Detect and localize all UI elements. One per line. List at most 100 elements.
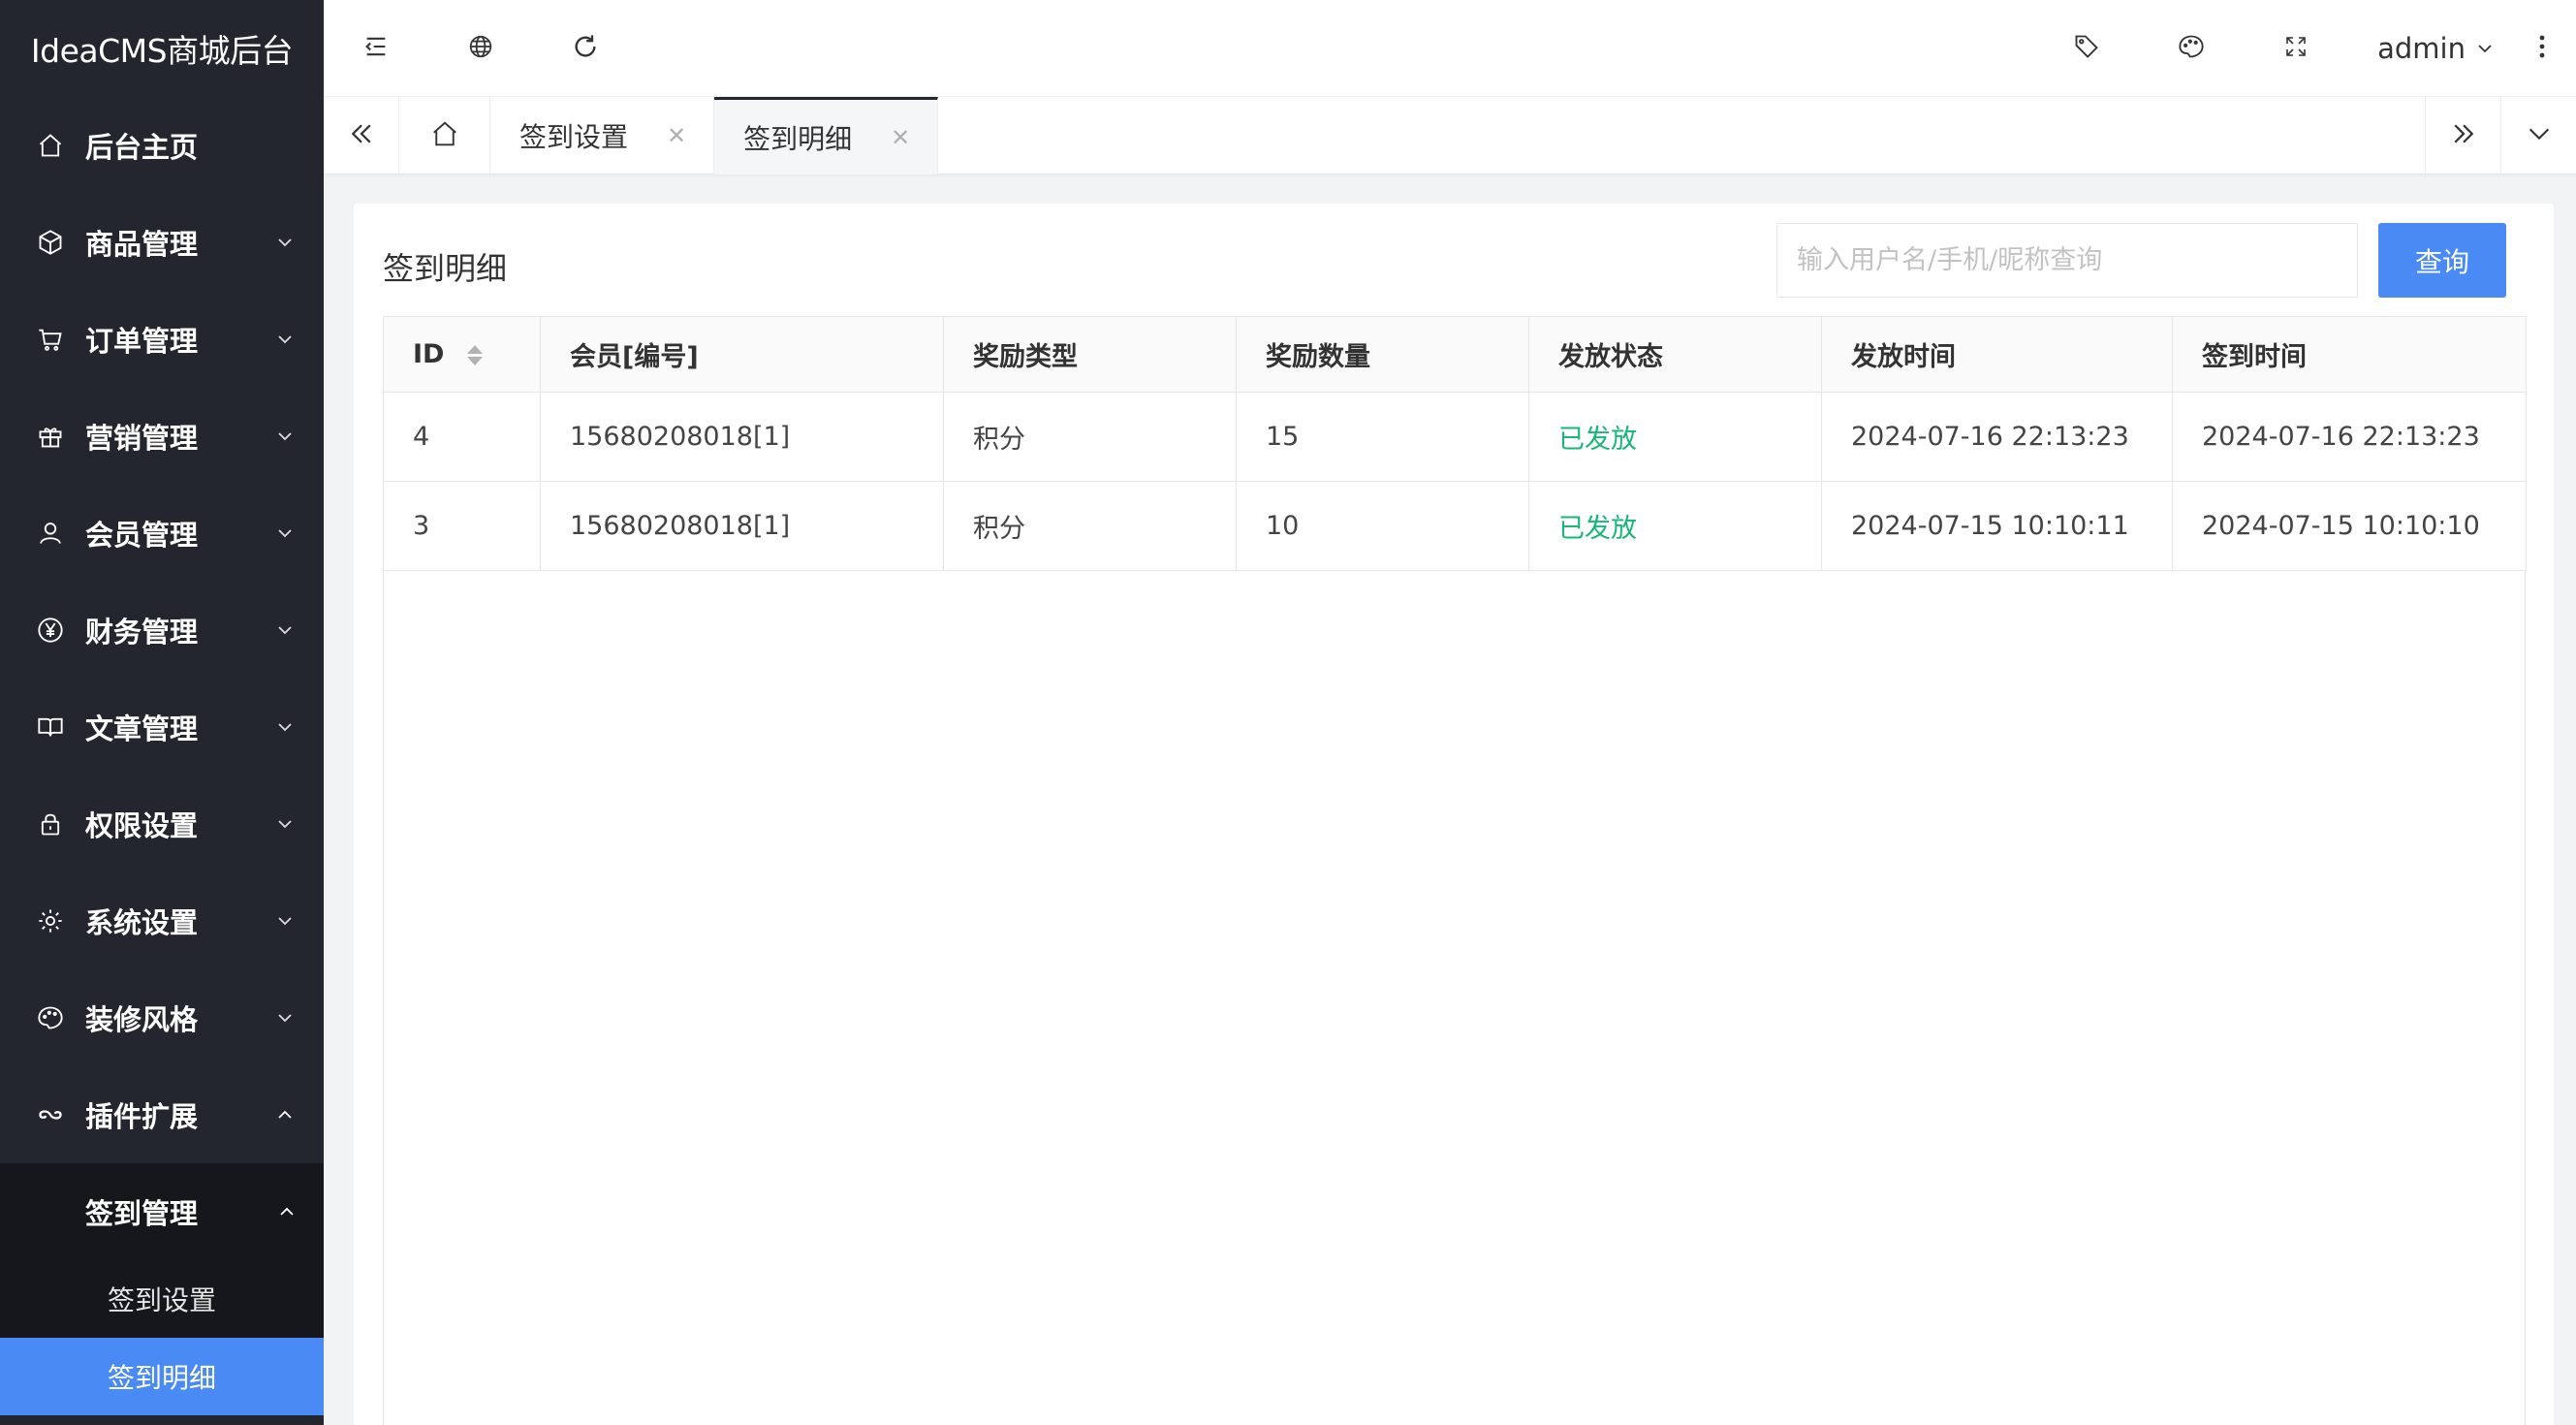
- tab-checkin-details[interactable]: 签到明细 ✕: [714, 97, 939, 174]
- sidebar-item-system-settings[interactable]: 系统设置: [0, 872, 324, 969]
- column-header-member: 会员[编号]: [540, 316, 944, 393]
- sidebar-item-members[interactable]: 会员管理: [0, 485, 324, 582]
- chevron-down-icon: [273, 328, 297, 351]
- lock-icon: [35, 808, 66, 839]
- chevron-down-icon: [2475, 39, 2495, 58]
- sidebar-item-products[interactable]: 商品管理: [0, 194, 324, 291]
- close-icon[interactable]: ✕: [667, 122, 686, 149]
- app-logo-title[interactable]: IdeaCMS商城后台: [0, 0, 324, 97]
- sidebar-item-label: 后台主页: [85, 131, 199, 164]
- cell-issued-at: 2024-07-16 22:13:23: [1821, 392, 2173, 482]
- page-title: 签到明细: [383, 250, 508, 287]
- yen-icon: [35, 615, 66, 646]
- sidebar-item-theme[interactable]: 装修风格: [0, 969, 324, 1066]
- top-header: admin: [324, 0, 2576, 97]
- table-row: 4 15680208018[1] 积分 15 已发放 2024-07-16 22…: [383, 392, 2527, 482]
- column-header-checkin-at: 签到时间: [2172, 316, 2527, 393]
- sort-icon[interactable]: [466, 345, 483, 365]
- table-empty-area: [383, 570, 2526, 1425]
- tab-label: 签到设置: [519, 121, 629, 153]
- more-icon: [2538, 34, 2546, 63]
- refresh-button[interactable]: [533, 0, 638, 97]
- chevron-down-icon: [273, 1006, 297, 1029]
- refresh-icon: [572, 33, 599, 64]
- chevron-down-icon: [2526, 120, 2553, 151]
- search-input[interactable]: [1776, 223, 2358, 298]
- tab-scroll-left-button[interactable]: [324, 97, 399, 174]
- sidebar-item-label: 商品管理: [85, 228, 199, 261]
- home-icon: [430, 119, 459, 152]
- cell-member: 15680208018[1]: [540, 392, 944, 482]
- sidebar-item-label: 签到管理: [85, 1197, 199, 1230]
- chevron-down-icon: [273, 715, 297, 739]
- tab-options-button[interactable]: [2500, 97, 2576, 174]
- sidebar-item-label: 系统设置: [85, 906, 199, 939]
- sidebar-item-marketing[interactable]: 营销管理: [0, 388, 324, 485]
- table-header-row: ID 会员[编号] 奖励类型 奖励数量 发放状态 发放时间 签到时间: [383, 316, 2527, 393]
- column-header-id[interactable]: ID: [383, 316, 541, 393]
- globe-icon: [468, 34, 493, 63]
- sidebar-item-label: 文章管理: [85, 712, 199, 745]
- user-menu[interactable]: admin: [2348, 0, 2508, 97]
- cell-reward-type: 积分: [943, 481, 1237, 571]
- sidebar-item-permissions[interactable]: 权限设置: [0, 776, 324, 872]
- sidebar-item-dashboard[interactable]: 后台主页: [0, 97, 324, 194]
- sidebar-item-label: 会员管理: [85, 519, 199, 552]
- cell-reward-type: 积分: [943, 392, 1237, 482]
- column-header-issued-at: 发放时间: [1821, 316, 2173, 393]
- collapse-menu-button[interactable]: [324, 0, 428, 97]
- user-icon: [35, 518, 66, 549]
- gear-icon: [35, 905, 66, 936]
- sidebar-item-label: 装修风格: [85, 1003, 199, 1036]
- query-button[interactable]: 查询: [2378, 223, 2506, 298]
- column-header-label: ID: [413, 339, 445, 369]
- palette-icon: [35, 1002, 66, 1033]
- theme-button[interactable]: [2139, 0, 2244, 97]
- chevron-up-icon: [273, 1103, 297, 1126]
- home-icon: [35, 130, 66, 161]
- sidebar-item-orders[interactable]: 订单管理: [0, 291, 324, 388]
- tab-checkin-settings[interactable]: 签到设置 ✕: [490, 97, 715, 174]
- plugins-submenu: 签到管理 签到设置 签到明细: [0, 1163, 324, 1415]
- username: admin: [2377, 31, 2466, 65]
- chevron-down-icon: [273, 522, 297, 545]
- chevron-down-icon: [273, 909, 297, 933]
- table-row: 3 15680208018[1] 积分 10 已发放 2024-07-15 10…: [383, 481, 2527, 571]
- checkin-table: ID 会员[编号] 奖励类型 奖励数量 发放状态 发放时间 签到时间 4 156…: [383, 316, 2527, 571]
- fullscreen-button[interactable]: [2244, 0, 2348, 97]
- more-button[interactable]: [2508, 0, 2576, 97]
- sidebar-item-plugins[interactable]: 插件扩展: [0, 1066, 324, 1163]
- website-button[interactable]: [428, 0, 533, 97]
- chevron-down-icon: [273, 425, 297, 448]
- tab-scroll-right-button[interactable]: [2425, 97, 2500, 174]
- link-icon: [35, 1099, 66, 1130]
- chevron-down-icon: [273, 812, 297, 836]
- cell-reward-amount: 15: [1236, 392, 1529, 482]
- box-icon: [35, 227, 66, 258]
- close-icon[interactable]: ✕: [891, 124, 910, 151]
- tab-home[interactable]: [399, 97, 490, 174]
- cell-id: 3: [383, 481, 541, 571]
- cell-id: 4: [383, 392, 541, 482]
- sidebar-item-label: 营销管理: [85, 422, 199, 455]
- chevron-down-icon: [273, 618, 297, 642]
- sidebar-item-articles[interactable]: 文章管理: [0, 679, 324, 776]
- sidebar-item-finance[interactable]: 财务管理: [0, 582, 324, 679]
- book-icon: [35, 712, 66, 743]
- cart-icon: [35, 324, 66, 355]
- cell-member: 15680208018[1]: [540, 481, 944, 571]
- sidebar-item-checkin-settings[interactable]: 签到设置: [0, 1260, 324, 1338]
- cell-checkin-at: 2024-07-15 10:10:10: [2172, 481, 2527, 571]
- column-header-status: 发放状态: [1528, 316, 1822, 393]
- tag-button[interactable]: [2034, 0, 2139, 97]
- sidebar-item-checkin-management[interactable]: 签到管理: [0, 1163, 324, 1260]
- tag-icon: [2073, 33, 2100, 64]
- chevron-down-icon: [273, 231, 297, 254]
- cell-status: 已发放: [1528, 481, 1822, 571]
- fullscreen-icon: [2284, 35, 2308, 62]
- sidebar-item-label: 权限设置: [85, 809, 199, 842]
- palette-icon: [2178, 33, 2205, 64]
- sidebar-item-label: 插件扩展: [85, 1100, 199, 1133]
- sidebar-item-checkin-details[interactable]: 签到明细: [0, 1338, 324, 1415]
- double-chevron-right-icon: [2449, 119, 2478, 152]
